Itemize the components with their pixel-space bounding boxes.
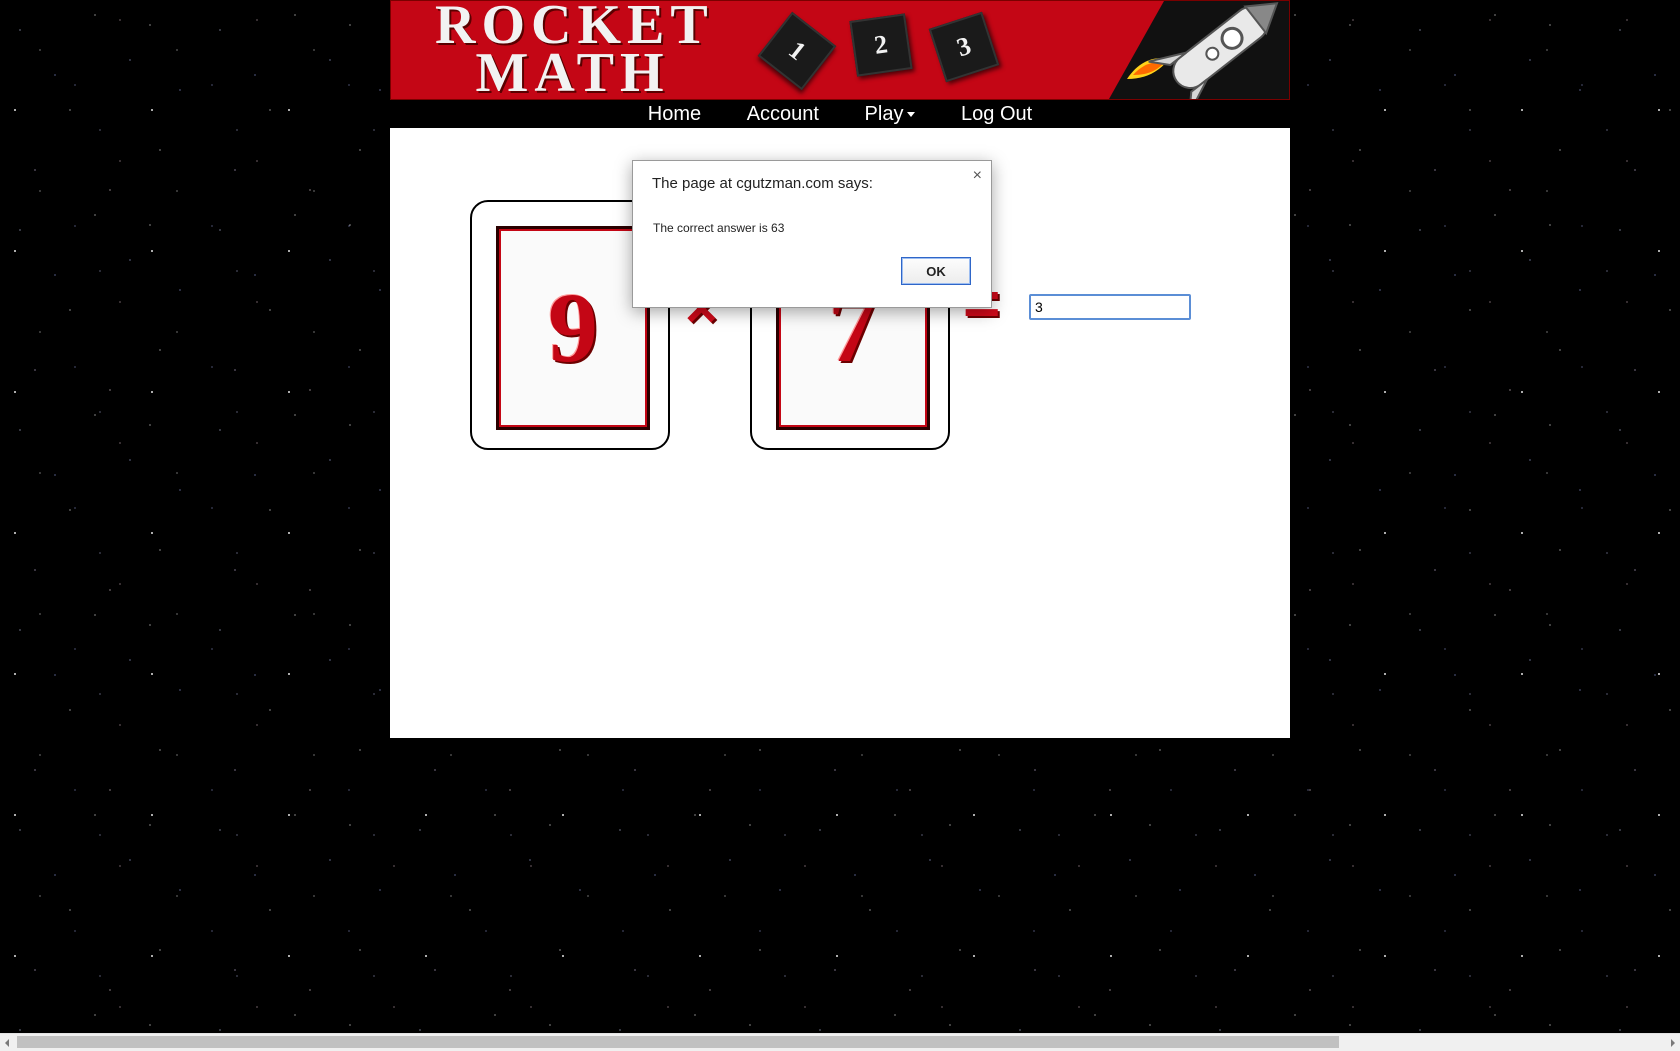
scroll-thumb[interactable] — [17, 1036, 1339, 1048]
rocket-icon — [1109, 1, 1289, 99]
dialog-message: The correct answer is 63 — [653, 221, 785, 235]
nav-play-label: Play — [864, 103, 904, 125]
nav-logout[interactable]: Log Out — [961, 100, 1032, 128]
logo-line-2: MATH — [475, 42, 670, 100]
alert-dialog: The page at cgutzman.com says: × The cor… — [632, 160, 992, 308]
number-tile-1: 1 — [757, 11, 837, 91]
number-tile-2: 2 — [849, 13, 913, 77]
banner: ROCKET MATH 1 2 3 — [390, 0, 1290, 100]
answer-input[interactable] — [1029, 294, 1191, 320]
rocket-illustration — [1069, 1, 1289, 99]
main-nav: Home Account Play Log Out — [390, 100, 1290, 128]
number-tile-3: 3 — [928, 11, 1000, 83]
caret-down-icon — [907, 112, 916, 118]
close-icon[interactable]: × — [973, 167, 982, 185]
nav-home[interactable]: Home — [648, 100, 701, 128]
scroll-left-icon[interactable] — [5, 1039, 9, 1047]
horizontal-scrollbar[interactable] — [0, 1033, 1680, 1051]
card-frame: 9 — [496, 226, 650, 430]
page-container: ROCKET MATH 1 2 3 Home Account Play Log … — [390, 0, 1290, 738]
nav-play[interactable]: Play — [865, 100, 916, 128]
logo[interactable]: ROCKET MATH — [435, 1, 710, 100]
dialog-title: The page at cgutzman.com says: — [652, 175, 873, 192]
ok-button[interactable]: OK — [901, 257, 971, 285]
nav-account[interactable]: Account — [747, 100, 819, 128]
operand-1-digit: 9 — [548, 272, 598, 383]
scroll-right-icon[interactable] — [1671, 1039, 1675, 1047]
